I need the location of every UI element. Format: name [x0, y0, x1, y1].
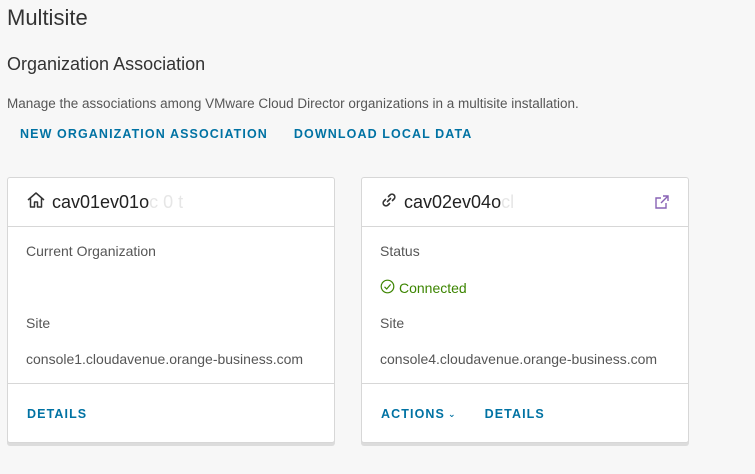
card-title-text: cav01ev01o — [52, 191, 150, 212]
home-icon — [26, 190, 46, 215]
external-link-icon[interactable] — [654, 194, 670, 215]
download-local-data-button[interactable]: DOWNLOAD LOCAL DATA — [294, 127, 473, 141]
card-title-faded: cl — [501, 191, 515, 212]
page-title: Multisite — [7, 5, 88, 30]
section-title: Organization Association — [7, 54, 206, 74]
status-label: Status — [380, 243, 420, 259]
card-body: Current Organization Site console1.cloud… — [8, 227, 334, 384]
details-button[interactable]: DETAILS — [485, 407, 545, 421]
toolbar: NEW ORGANIZATION ASSOCIATION DOWNLOAD LO… — [20, 127, 472, 141]
card-title-faded: c 0 t — [149, 191, 184, 212]
actions-dropdown-button[interactable]: ACTIONS ⌄ — [381, 407, 457, 421]
card-title: cav01ev01oc 0 t — [52, 192, 183, 213]
card-body: Status Connected Site console4.cloudaven… — [362, 227, 688, 384]
card-title: cav02ev04ocl — [404, 192, 514, 213]
status-text: Connected — [399, 280, 467, 296]
status-value: Connected — [380, 279, 467, 297]
site-label: Site — [380, 315, 405, 331]
card-header: cav02ev04ocl — [362, 178, 688, 227]
organization-card-remote: cav02ev04ocl Status Connected Site conso… — [361, 177, 689, 443]
details-button[interactable]: DETAILS — [27, 407, 87, 421]
current-organization-label: Current Organization — [26, 243, 156, 259]
new-organization-association-button[interactable]: NEW ORGANIZATION ASSOCIATION — [20, 127, 268, 141]
site-value: console4.cloudavenue.orange-business.com — [380, 351, 658, 367]
page-description: Manage the associations among VMware Clo… — [7, 96, 579, 111]
organization-card-local: cav01ev01oc 0 t Current Organization Sit… — [7, 177, 335, 443]
card-header: cav01ev01oc 0 t — [8, 178, 334, 227]
card-title-text: cav02ev04o — [404, 191, 502, 212]
card-footer: ACTIONS ⌄ DETAILS — [362, 384, 688, 444]
actions-label: ACTIONS — [381, 407, 445, 421]
site-label: Site — [26, 315, 51, 331]
link-icon — [380, 191, 398, 214]
site-value: console1.cloudavenue.orange-business.com — [26, 351, 304, 367]
card-footer: DETAILS — [8, 384, 334, 444]
check-circle-icon — [380, 279, 395, 297]
chevron-down-icon: ⌄ — [447, 409, 457, 419]
